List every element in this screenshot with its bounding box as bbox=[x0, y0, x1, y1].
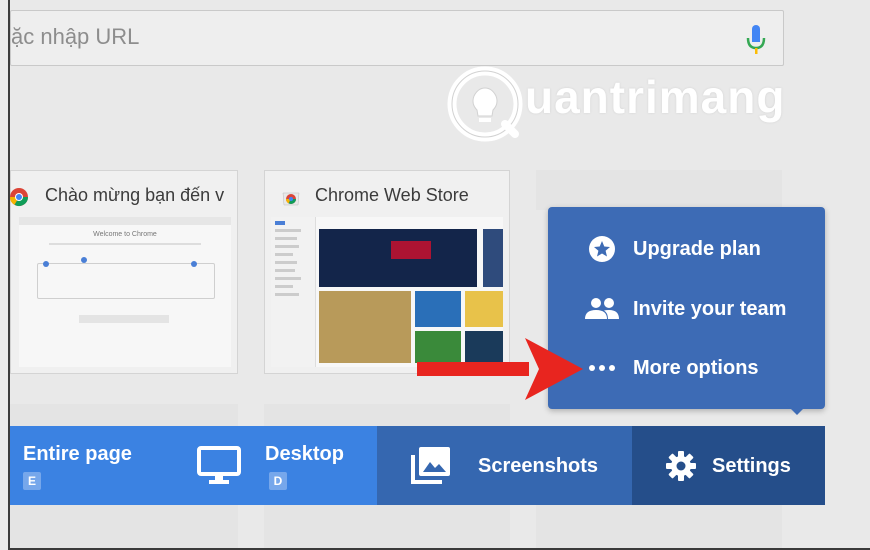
omnibox[interactable]: ặc nhập URL bbox=[10, 10, 784, 66]
screenshots-label: Screenshots bbox=[478, 455, 599, 477]
tile-title: Chào mừng bạn đến v bbox=[45, 185, 225, 205]
thumbnail-heading: Welcome to Chrome bbox=[93, 231, 157, 238]
watermark: uantrimang bbox=[447, 66, 827, 142]
desktop-button[interactable]: Desktop D bbox=[177, 426, 377, 505]
empty-tile bbox=[264, 505, 510, 548]
settings-button[interactable]: Settings bbox=[632, 426, 825, 505]
frame-border-left bbox=[8, 0, 10, 550]
empty-tile bbox=[10, 505, 238, 548]
shortcut-badge: E bbox=[23, 472, 41, 490]
image-gallery-icon bbox=[411, 447, 450, 484]
monitor-icon bbox=[197, 446, 241, 484]
microphone-icon[interactable] bbox=[743, 23, 769, 57]
more-horizontal-icon bbox=[584, 354, 620, 382]
annotation-arrow-icon bbox=[417, 338, 583, 400]
upgrade-plan-item[interactable]: Upgrade plan bbox=[584, 231, 814, 267]
capture-toolbar: Entire page E Desktop D Screenshots Sett… bbox=[10, 426, 825, 505]
entire-page-button[interactable]: Entire page E bbox=[10, 426, 177, 505]
gear-icon bbox=[666, 451, 696, 481]
desktop-label: Desktop bbox=[265, 443, 344, 465]
invite-team-item[interactable]: Invite your team bbox=[584, 291, 814, 327]
star-circle-icon bbox=[584, 235, 620, 263]
options-menu: Upgrade plan Invite your team More optio… bbox=[548, 207, 825, 409]
chrome-logo-icon bbox=[9, 188, 29, 207]
empty-tile bbox=[10, 404, 238, 426]
watermark-text: uantrimang bbox=[525, 71, 786, 123]
empty-tile bbox=[536, 505, 782, 548]
omnibox-placeholder: ặc nhập URL bbox=[11, 24, 140, 49]
tile-title: Chrome Web Store bbox=[315, 185, 469, 205]
watermark-logo-icon bbox=[447, 66, 523, 142]
empty-tile bbox=[264, 404, 510, 426]
tile-thumbnail: Welcome to Chrome bbox=[19, 217, 231, 367]
empty-tile bbox=[536, 170, 782, 210]
people-icon bbox=[584, 295, 620, 323]
settings-label: Settings bbox=[712, 455, 791, 477]
shortcut-badge: D bbox=[269, 472, 287, 490]
menu-pointer bbox=[786, 404, 808, 415]
invite-team-label: Invite your team bbox=[633, 297, 787, 320]
web-store-icon bbox=[282, 192, 300, 206]
upgrade-plan-label: Upgrade plan bbox=[633, 237, 761, 260]
more-options-item[interactable]: More options bbox=[584, 350, 814, 386]
entire-page-label: Entire page bbox=[23, 443, 132, 465]
most-visited-tile[interactable]: Chào mừng bạn đến v Welcome to Chrome bbox=[9, 170, 238, 374]
screenshots-button[interactable]: Screenshots bbox=[377, 426, 632, 505]
more-options-label: More options bbox=[633, 356, 759, 379]
